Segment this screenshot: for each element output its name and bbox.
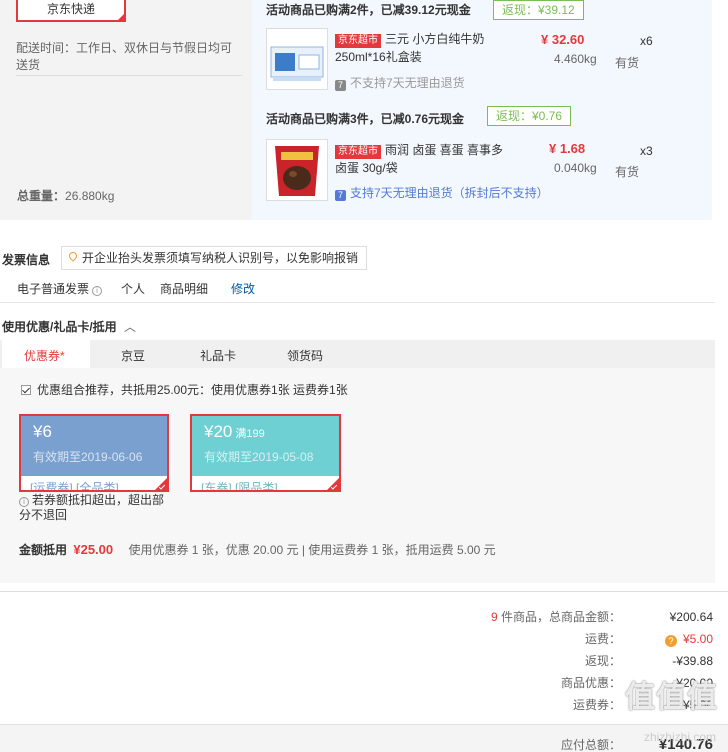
coupon-tab-bar [0, 340, 715, 368]
product-name-line1: 三元 小方白纯牛奶 [385, 32, 485, 46]
invoice-section-title: 发票信息 [2, 253, 51, 267]
product-thumbnail[interactable] [266, 139, 328, 201]
invoice-tip: 开企业抬头发票须填写纳税人识别号，以免影响报销 [61, 246, 368, 270]
shipping-time: 配送时间：工作日、双休日与节假日均可送货 [16, 41, 233, 72]
info-icon[interactable]: i [92, 286, 103, 296]
combo-recommend[interactable]: 优惠组合推荐，共抵用25.00元：使用优惠券1张 运费券1张 [21, 381, 348, 398]
collapse-chevron-icon[interactable]: ︿ [124, 320, 136, 334]
rebate-tag: 返现：¥39.12 [493, 0, 584, 20]
invoice-type: 电子普通发票 i [17, 280, 103, 297]
coupon-card-top: ¥6 有效期至2019-06-06 [21, 416, 167, 476]
ship-coupon-label: 运费券： [572, 698, 621, 712]
selected-corner-icon [116, 12, 126, 22]
item-count: 9 [490, 610, 498, 624]
summary-goods-label: 9 件商品，总商品金额： [491, 608, 621, 626]
item-count-suffix: 件商品，总商品金额： [500, 610, 621, 624]
product-price: ¥ 1.68 [549, 141, 586, 156]
coupon-validity: 有效期至2019-06-06 [33, 450, 143, 464]
location-pin-icon [67, 250, 79, 262]
product-name-line2: 卤蛋 30g/袋 [335, 161, 398, 175]
deduct-summary: 金额抵用 ¥25.00 使用优惠券 1 张，优惠 20.00 元 | 使用运费券… [19, 541, 496, 558]
coupon-card[interactable]: ¥6 有效期至2019-06-06 [运费券] [全品类] [19, 414, 169, 492]
product-price: ¥ 32.60 [541, 32, 585, 47]
total-weight: 总重量：26.880kg [17, 187, 114, 204]
rebate-tag: 返现：¥0.76 [487, 106, 572, 126]
summary-goods-total: 9 件商品，总商品金额： ¥200.64 [313, 608, 713, 626]
product-name[interactable]: 京东超市 雨润 卤蛋 喜蛋 喜事多 卤蛋 30g/袋 [335, 141, 503, 177]
divider [0, 302, 715, 303]
return-policy: 7 不支持7天无理由退货 [335, 74, 465, 91]
stock-status: 有货 [615, 56, 640, 70]
coupon-card-top: ¥20 满199 有效期至2019-05-08 [192, 416, 339, 476]
coupon-section-title-text: 使用优惠/礼品卡/抵用 [2, 320, 117, 334]
return-policy-text: 不支持7天无理由退货 [350, 76, 465, 90]
product-name[interactable]: 京东超市 三元 小方白纯牛奶 250ml*16礼盒装 [335, 30, 484, 66]
combo-text: 优惠组合推荐，共抵用25.00元：使用优惠券1张 运费券1张 [37, 383, 348, 397]
product-thumbnail[interactable] [266, 28, 328, 90]
total-weight-value: 26.880kg [65, 189, 115, 203]
promo-title: 活动商品已购满3件，已减0.76元现金 [266, 112, 465, 126]
stock-status: 有货 [615, 165, 640, 179]
coupon-warning: i 若券额抵扣超出，超出部分不退回 [19, 493, 169, 521]
summary-rebate: 返现： -¥39.88 [313, 652, 713, 670]
jd-supermarket-tag: 京东超市 [335, 145, 381, 159]
divider [0, 591, 728, 592]
total-weight-label: 总重量： [17, 189, 66, 203]
rebate-label: 返现： [584, 654, 621, 668]
milk-box-image [270, 46, 324, 81]
return-policy: 7 支持7天无理由退货（拆封后不支持） [335, 184, 549, 201]
combo-checkbox[interactable] [21, 385, 31, 395]
divider [16, 75, 242, 76]
coupon-scope: [东券] [限品类] [201, 481, 278, 492]
tab-jd-beans[interactable]: 京豆 [121, 347, 145, 364]
coupon-warning-text: 若券额抵扣超出，超出部分不退回 [19, 493, 165, 521]
watermark-logo: 值值值 [625, 681, 718, 714]
goods-total-value: ¥200.64 [669, 610, 713, 624]
egg-package-image [267, 140, 327, 200]
coupon-card[interactable]: ¥20 满199 有效期至2019-05-08 [东券] [限品类] [190, 414, 341, 492]
tab-coupons[interactable]: 优惠券* [24, 347, 65, 364]
product-qty: x6 [640, 34, 653, 48]
coupon-condition: 满199 [235, 428, 265, 440]
coupon-scope: [运费券] [全品类] [30, 481, 119, 492]
return-icon: 7 [335, 190, 346, 201]
return-policy-text: 支持7天无理由退货（拆封后不支持） [350, 186, 549, 200]
product-weight: 0.040kg [554, 161, 597, 175]
product-name-line1: 雨润 卤蛋 喜蛋 喜事多 [385, 143, 504, 157]
jd-supermarket-tag: 京东超市 [335, 34, 381, 48]
summary-shipping: 运费： ? ¥5.00 [313, 630, 713, 648]
invoice-edit-link[interactable]: 修改 [231, 280, 255, 297]
invoice-holder: 个人 [121, 282, 146, 296]
info-icon[interactable]: ? [664, 635, 677, 647]
info-icon: i [19, 497, 29, 507]
coupon-amount: ¥6 [33, 422, 52, 441]
shipping-method-button[interactable]: 京东快递 [16, 0, 126, 22]
payable-label: 应付总额： [560, 738, 621, 752]
tab-gift-card[interactable]: 礼品卡 [200, 347, 236, 364]
invoice-type-text: 电子普通发票 [17, 282, 90, 296]
coupon-validity: 有效期至2019-05-08 [204, 450, 314, 464]
product-qty: x3 [640, 144, 653, 158]
tab-redeem-code[interactable]: 领货码 [287, 347, 323, 364]
shipping-fee-value: ¥5.00 [682, 632, 713, 646]
shipping-fee-label: 运费： [584, 632, 621, 646]
invoice-tip-text: 开企业抬头发票须填写纳税人识别号，以免影响报销 [82, 251, 359, 265]
invoice-content: 商品明细 [160, 282, 209, 296]
discount-label: 商品优惠： [560, 676, 621, 690]
return-icon: 7 [335, 80, 346, 91]
shipping-fee: ? ¥5.00 [664, 630, 713, 648]
rebate-value: -¥39.88 [672, 654, 713, 668]
deduct-label: 金额抵用 [19, 543, 68, 557]
deduct-detail: 使用优惠券 1 张，优惠 20.00 元 | 使用运费券 1 张，抵用运费 5.… [128, 543, 496, 557]
shipping-method-label: 京东快递 [46, 2, 95, 16]
coupon-section-title[interactable]: 使用优惠/礼品卡/抵用 ︿ [2, 318, 136, 335]
promo-title: 活动商品已购满2件，已减39.12元现金 [266, 3, 471, 17]
product-name-line2: 250ml*16礼盒装 [335, 50, 422, 64]
watermark-url: zhizhizhi.com [643, 730, 716, 744]
coupon-amount: ¥20 [204, 422, 233, 441]
deduct-value: ¥25.00 [73, 542, 114, 557]
product-weight: 4.460kg [554, 52, 597, 66]
